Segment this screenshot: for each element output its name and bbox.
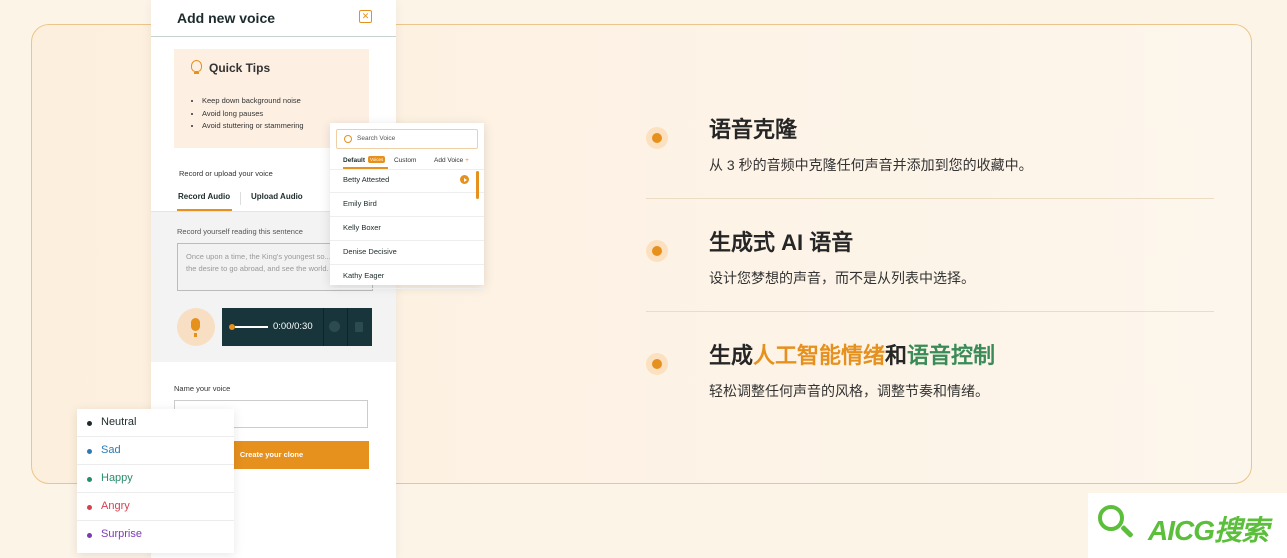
microphone-icon [191, 318, 200, 337]
bullet-icon [646, 127, 668, 149]
emotion-dot [87, 533, 92, 538]
emotion-item-happy[interactable]: Happy [77, 465, 234, 493]
plus-icon: + [465, 157, 469, 164]
feature-desc: 轻松调整任何声音的风格，调整节奏和情绪。 [709, 383, 989, 399]
tab-divider [240, 192, 241, 205]
feature-title: 语音克隆 [709, 117, 798, 142]
lightbulb-icon [191, 60, 202, 74]
tip-item: Avoid stuttering or stammering [202, 120, 304, 133]
feature-desc: 从 3 秒的音频中克隆任何声音并添加到您的收藏中。 [709, 157, 1033, 173]
tip-item: Avoid long pauses [202, 108, 304, 121]
voice-name: Betty Attested [343, 175, 390, 184]
voice-list: Betty Attested Emily Bird Kelly Boxer De… [330, 169, 484, 289]
emotion-label: Angry [101, 500, 130, 512]
watermark-text: AICG搜索 [1148, 515, 1269, 546]
emotion-dot [87, 477, 92, 482]
emotion-list: Neutral Sad Happy Angry Surprise [77, 409, 234, 553]
play-icon[interactable] [329, 321, 340, 332]
voices-badge: Voices [368, 156, 386, 163]
voice-tabs: Default Voices Custom Add Voice + [330, 153, 484, 170]
tip-item: Keep down background noise [202, 95, 304, 108]
tab-record-audio[interactable]: Record Audio [176, 192, 233, 211]
add-voice-label: Add Voice [434, 157, 464, 164]
title-prefix: 生成 [709, 343, 754, 368]
divider [646, 198, 1214, 199]
close-icon[interactable]: ✕ [359, 10, 372, 23]
emotion-item-neutral[interactable]: Neutral [77, 409, 234, 437]
tips-title: Quick Tips [209, 61, 271, 75]
name-label: Name your voice [174, 384, 231, 393]
emotion-dot [87, 505, 92, 510]
emotion-dot [87, 449, 92, 454]
search-input[interactable]: Search Voice [336, 129, 478, 149]
tips-list: Keep down background noise Avoid long pa… [190, 95, 304, 133]
scrollbar[interactable] [476, 171, 479, 199]
search-placeholder: Search Voice [357, 135, 396, 142]
emotion-dot [87, 421, 92, 426]
emotion-item-sad[interactable]: Sad [77, 437, 234, 465]
player-divider [347, 308, 348, 346]
voice-item[interactable]: Kathy Eager [330, 265, 484, 289]
feature-title: 生成人工智能情绪和语音控制 [709, 338, 995, 370]
panel-title: Add new voice [177, 10, 276, 26]
emotion-item-surprise[interactable]: Surprise [77, 521, 234, 548]
record-label: Record or upload your voice [179, 169, 273, 178]
bullet-icon [646, 240, 668, 262]
voice-item[interactable]: Denise Decisive [330, 241, 484, 265]
emotion-label: Sad [101, 444, 121, 456]
player-time: 0:00/0:30 [273, 321, 313, 332]
voice-item[interactable]: Betty Attested [330, 169, 484, 193]
search-icon [344, 135, 352, 143]
feature-desc: 设计您梦想的声音，而不是从列表中选择。 [709, 270, 975, 286]
tab-default[interactable]: Default [343, 157, 389, 169]
voice-item[interactable]: Kelly Boxer [330, 217, 484, 241]
add-voice-button[interactable]: Add Voice + [434, 157, 469, 164]
emotion-label: Happy [101, 472, 133, 484]
player-divider [323, 308, 324, 346]
voice-selector-popup: Search Voice Default Voices Custom Add V… [330, 123, 484, 289]
feature-title: 生成式 AI 语音 [709, 230, 854, 255]
title-mid: 和 [885, 343, 908, 368]
divider [646, 311, 1214, 312]
emotion-label: Neutral [101, 416, 137, 428]
voice-name: Denise Decisive [343, 247, 397, 256]
tab-upload-audio[interactable]: Upload Audio [251, 192, 303, 201]
voice-name: Emily Bird [343, 199, 377, 208]
progress-bar[interactable] [235, 326, 268, 328]
play-icon[interactable] [460, 175, 469, 184]
title-highlight-orange: 人工智能情绪 [753, 343, 886, 368]
record-button[interactable] [177, 308, 215, 346]
title-highlight-green: 语音控制 [907, 343, 996, 368]
emotion-item-angry[interactable]: Angry [77, 493, 234, 521]
voice-name: Kelly Boxer [343, 223, 381, 232]
panel-header: Add new voice ✕ [151, 0, 396, 37]
voice-name: Kathy Eager [343, 271, 385, 280]
tab-custom[interactable]: Custom [394, 157, 416, 164]
bullet-icon [646, 353, 668, 375]
trash-icon[interactable] [355, 322, 363, 332]
voice-item[interactable]: Emily Bird [330, 193, 484, 217]
watermark: AICG搜索 [1088, 493, 1287, 558]
sentence-label: Record yourself reading this sentence [177, 227, 303, 236]
audio-player: 0:00/0:30 [222, 308, 372, 346]
emotion-label: Surprise [101, 528, 142, 540]
magnifier-handle [1120, 524, 1134, 539]
